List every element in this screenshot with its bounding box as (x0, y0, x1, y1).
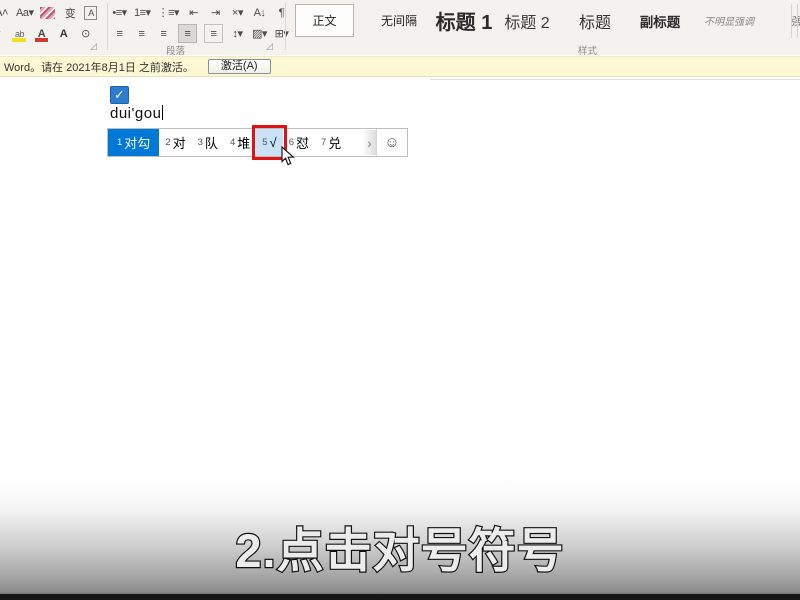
candidate-index: 4 (230, 137, 235, 148)
format-painter-icon[interactable] (40, 7, 55, 19)
style-gallery: 正文无间隔标题 1标题 2标题副标题不明显强调强调 (293, 0, 800, 41)
sort-icon[interactable]: A↓ (252, 4, 267, 21)
ime-candidate-list: 1 对勾 2 对 3 队 4 堆 5 (108, 129, 376, 156)
multilevel-list-icon[interactable]: ⋮≡▾ (158, 4, 179, 21)
numbering-icon[interactable]: 1≡▾ (134, 4, 151, 21)
ime-candidate-7[interactable]: 7 兑 (315, 129, 347, 156)
distributed-icon[interactable]: ≡ (204, 24, 223, 43)
align-center-icon[interactable]: ≡ (134, 25, 149, 42)
candidate-text: 堆 (237, 133, 250, 152)
candidate-index: 3 (198, 137, 203, 148)
document-edge-line (430, 79, 800, 80)
next-page-icon[interactable]: › (363, 130, 376, 155)
candidate-text: 对勾 (124, 133, 150, 152)
decrease-indent-icon[interactable]: ⇤ (186, 4, 201, 21)
checkbox-symbol[interactable]: ✓ (110, 86, 129, 104)
style-heading-1[interactable]: 标题 1 (431, 3, 497, 39)
style-subtitle[interactable]: 副标题 (628, 3, 692, 39)
message-bar-text: Word。请在 2021年8月1日 之前激活。 (4, 59, 194, 75)
text-caret (162, 105, 163, 120)
word-window: A˄Aa▾变A ▾abAA⊙ ◿ •≡▾1≡▾⋮≡▾⇤⇥×▾A↓¶ ≡≡≡≡≡↕… (0, 0, 800, 600)
style-gallery-scrollbar[interactable] (791, 4, 798, 38)
text-highlight-color-icon[interactable]: ab (12, 25, 27, 42)
style-no-spacing[interactable]: 无间隔 (367, 3, 431, 39)
font-group-row1: A˄ Aa▾ 变A (0, 3, 97, 22)
paragraph-group-row2: ≡ ≡ ≡ ≡ ≡ ↕▾ ▨▾ ⊞▾ (112, 24, 289, 43)
candidate-text: 兑 (328, 133, 341, 152)
bottom-dark-strip (0, 594, 800, 600)
message-bar: Word。请在 2021年8月1日 之前激活。 激活(A) (0, 56, 800, 77)
font-group-row2: ▾ ab AA ⊙ (0, 24, 93, 43)
pinyin-composition-text[interactable]: dui'gou (110, 105, 163, 122)
asian-layout-icon[interactable]: ×▾ (230, 4, 245, 21)
ime-candidate-3[interactable]: 3 队 (192, 129, 224, 156)
phonetic-guide-icon[interactable]: 变 (62, 4, 77, 21)
paragraph-group-label: 段落 (166, 43, 185, 57)
activate-button[interactable]: 激活(A) (208, 59, 271, 74)
justify-icon[interactable]: ≡ (178, 24, 197, 43)
align-left-icon[interactable]: ≡ (112, 25, 127, 42)
tutorial-caption: 2.点击对号符号 (0, 512, 800, 581)
mouse-cursor-icon (281, 146, 295, 166)
candidate-text: √ (270, 135, 277, 150)
style-title[interactable]: 标题 (562, 3, 628, 39)
grow-font-icon[interactable]: A˄ (0, 4, 9, 21)
enclose-character-icon[interactable]: ⊙ (78, 25, 93, 42)
style-subtle-emphasis[interactable]: 不明显强调 (692, 3, 766, 39)
increase-indent-icon[interactable]: ⇥ (208, 4, 223, 21)
group-separator (285, 3, 286, 50)
show-hide-marks-icon[interactable]: ¶ (274, 4, 289, 21)
candidate-text: 队 (205, 133, 218, 152)
line-spacing-icon[interactable]: ↕▾ (230, 25, 245, 42)
bullets-icon[interactable]: •≡▾ (112, 4, 127, 21)
borders-icon[interactable]: ⊞▾ (274, 25, 289, 42)
ime-candidate-5[interactable]: 5 √ (256, 129, 282, 156)
candidate-text: 怼 (296, 133, 309, 152)
group-separator (107, 3, 108, 50)
styles-group-label: 样式 (578, 43, 597, 57)
style-normal[interactable]: 正文 (295, 4, 354, 37)
align-right-icon[interactable]: ≡ (156, 25, 171, 42)
character-border-icon[interactable]: A (84, 6, 97, 20)
emoji-button[interactable]: ☺ (376, 129, 407, 156)
font-dialog-launcher-icon[interactable]: ◿ (90, 42, 97, 51)
ime-candidate-1[interactable]: 1 对勾 (108, 129, 159, 156)
style-heading-2[interactable]: 标题 2 (497, 3, 557, 39)
candidate-index: 2 (165, 137, 170, 148)
ime-candidate-2[interactable]: 2 对 (159, 129, 191, 156)
paragraph-dialog-launcher-icon[interactable]: ◿ (266, 42, 273, 51)
candidate-index: 1 (117, 137, 122, 148)
candidate-text: 对 (173, 133, 186, 152)
font-color-icon[interactable]: A (34, 25, 49, 42)
dropdown-arrow-icon[interactable]: ▾ (0, 25, 5, 42)
paragraph-group-row1: •≡▾ 1≡▾ ⋮≡▾ ⇤ ⇥ ×▾ A↓ ¶ (112, 3, 289, 22)
pinyin-string: dui'gou (110, 105, 161, 122)
change-case-icon[interactable]: Aa▾ (16, 4, 33, 21)
character-shading-icon[interactable]: A (56, 25, 71, 42)
shading-icon[interactable]: ▨▾ (252, 25, 267, 42)
ribbon: A˄Aa▾变A ▾abAA⊙ ◿ •≡▾1≡▾⋮≡▾⇤⇥×▾A↓¶ ≡≡≡≡≡↕… (0, 0, 800, 55)
ime-candidate-bar: 1 对勾 2 对 3 队 4 堆 5 (107, 128, 408, 157)
candidate-index: 5 (262, 137, 267, 148)
candidate-index: 7 (321, 137, 326, 148)
